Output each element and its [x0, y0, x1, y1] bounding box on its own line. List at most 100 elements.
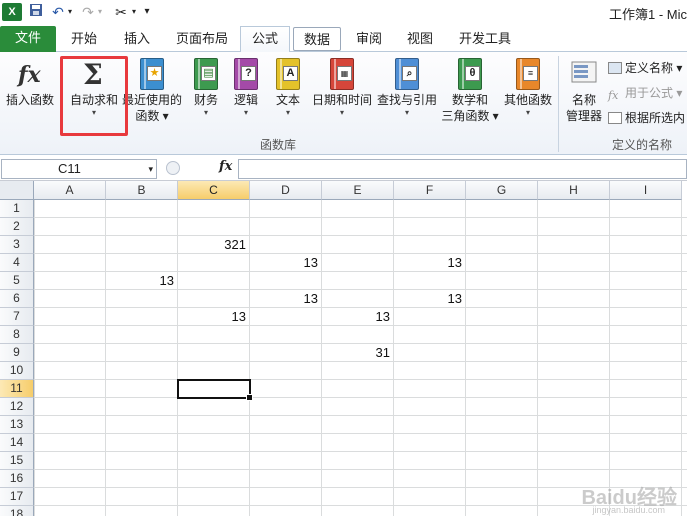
group-label-function-library: 函数库	[260, 138, 297, 152]
cell-c3[interactable]: 321	[178, 236, 250, 254]
datetime-dropdown-icon[interactable]: ▾	[310, 108, 374, 118]
name-manager-button[interactable]: 名称 管理器	[564, 56, 604, 124]
row-header-13[interactable]: 13	[0, 416, 34, 434]
customize-toolbar-icon[interactable]: ▾	[142, 3, 152, 21]
financial-button[interactable]: ▤ 财务 ▾	[186, 56, 226, 118]
tools-icon[interactable]: ✂	[112, 3, 130, 21]
use-in-formula-button[interactable]: fx 用于公式 ▾	[608, 85, 682, 102]
grid-hline	[34, 397, 687, 398]
tab-view[interactable]: 视图	[396, 27, 444, 52]
tab-insert[interactable]: 插入	[112, 27, 162, 52]
recently-used-button[interactable]: ★ 最近使用的 函数 ▾	[122, 56, 182, 124]
name-manager-icon	[564, 56, 604, 92]
column-header-g[interactable]: G	[466, 181, 538, 200]
recently-used-label-2-text: 函数	[135, 109, 160, 123]
watermark-url: jingyan.baidu.com	[592, 505, 665, 515]
grid-hline	[34, 235, 687, 236]
lookup-label: 查找与引用	[376, 93, 437, 107]
expand-handle-icon[interactable]	[166, 161, 180, 175]
cell-d4[interactable]: 13	[250, 254, 322, 272]
name-box-dropdown-icon[interactable]: ▾	[148, 160, 153, 178]
name-box-value: C11	[58, 161, 81, 176]
tab-file[interactable]: 文件	[0, 26, 56, 52]
title-bar: X ↶ ▾ ↷ ▾ ✂ ▾ ▾ 工作簿1 - Mic	[0, 0, 687, 24]
financial-dropdown-icon[interactable]: ▾	[186, 108, 226, 118]
column-header-i[interactable]: I	[610, 181, 682, 200]
cell-c7[interactable]: 13	[178, 308, 250, 326]
row-header-14[interactable]: 14	[0, 434, 34, 452]
row-header-18[interactable]: 18	[0, 506, 34, 516]
tab-data[interactable]: 数据	[293, 27, 341, 51]
cell-b5[interactable]: 13	[106, 272, 178, 290]
column-header-b[interactable]: B	[106, 181, 178, 200]
formula-input[interactable]	[238, 159, 687, 179]
lookup-dropdown-icon[interactable]: ▾	[376, 108, 438, 118]
logical-book-icon: ?	[226, 56, 266, 92]
row-header-9[interactable]: 9	[0, 344, 34, 362]
row-header-15[interactable]: 15	[0, 452, 34, 470]
financial-label: 财务	[193, 93, 218, 107]
column-header-a[interactable]: A	[34, 181, 106, 200]
datetime-button[interactable]: ▦ 日期和时间 ▾	[310, 56, 374, 118]
undo-dropdown-icon[interactable]: ▾	[66, 3, 74, 21]
row-header-8[interactable]: 8	[0, 326, 34, 344]
undo-icon[interactable]: ↶	[50, 3, 66, 21]
math-trig-button[interactable]: θ 数学和 三角函数 ▾	[440, 56, 500, 124]
column-header-f[interactable]: F	[394, 181, 466, 200]
row-header-3[interactable]: 3	[0, 236, 34, 254]
cell-f4[interactable]: 13	[394, 254, 466, 272]
tab-review[interactable]: 审阅	[344, 27, 394, 52]
tools-dropdown-icon[interactable]: ▾	[130, 3, 138, 21]
row-header-6[interactable]: 6	[0, 290, 34, 308]
row-header-16[interactable]: 16	[0, 470, 34, 488]
group-separator	[558, 56, 559, 152]
row-header-17[interactable]: 17	[0, 488, 34, 506]
text-dropdown-icon[interactable]: ▾	[268, 108, 308, 118]
math-trig-label-2: 三角函数 ▾	[441, 109, 499, 123]
tab-page-layout[interactable]: 页面布局	[164, 27, 240, 52]
column-header-c[interactable]: C	[178, 181, 250, 200]
create-from-selection-button[interactable]: 根据所选内	[608, 110, 685, 126]
cell-e7[interactable]: 13	[322, 308, 394, 326]
lookup-button[interactable]: ⌕ 查找与引用 ▾	[376, 56, 438, 118]
star-book-icon: ★	[132, 56, 172, 92]
row-header-2[interactable]: 2	[0, 218, 34, 236]
group-label-defined-names: 定义的名称	[612, 138, 673, 152]
redo-dropdown-icon[interactable]: ▾	[96, 3, 104, 21]
name-manager-label-2: 管理器	[565, 109, 602, 123]
text-button[interactable]: A 文本 ▾	[268, 56, 308, 118]
other-functions-button[interactable]: ≡ 其他函数 ▾	[502, 56, 554, 118]
define-name-button[interactable]: 定义名称 ▾	[608, 60, 682, 76]
column-header-d[interactable]: D	[250, 181, 322, 200]
row-header-5[interactable]: 5	[0, 272, 34, 290]
name-box[interactable]: C11 ▾	[1, 159, 157, 179]
row-header-11[interactable]: 11	[0, 380, 34, 398]
save-icon[interactable]	[28, 3, 44, 21]
tab-formulas[interactable]: 公式	[240, 26, 290, 52]
tab-home[interactable]: 开始	[58, 27, 110, 52]
other-functions-dropdown-icon[interactable]: ▾	[502, 108, 554, 118]
insert-function-fx-icon[interactable]: fx	[219, 159, 232, 174]
row-header-1[interactable]: 1	[0, 200, 34, 218]
grid-hline	[34, 415, 687, 416]
cell-d6[interactable]: 13	[250, 290, 322, 308]
cell-f6[interactable]: 13	[394, 290, 466, 308]
tab-developer[interactable]: 开发工具	[446, 27, 524, 52]
column-header-h[interactable]: H	[538, 181, 610, 200]
ribbon-tabs: 文件 开始 插入 页面布局 公式 数据 审阅 视图 开发工具	[0, 24, 687, 52]
insert-function-button[interactable]: fx 插入函数	[4, 56, 56, 108]
logical-dropdown-icon[interactable]: ▾	[226, 108, 266, 118]
row-header-7[interactable]: 7	[0, 308, 34, 326]
active-cell[interactable]	[177, 379, 253, 401]
row-header-10[interactable]: 10	[0, 362, 34, 380]
row-header-12[interactable]: 12	[0, 398, 34, 416]
redo-icon[interactable]: ↷	[80, 3, 96, 21]
grid-hline	[34, 253, 687, 254]
row-header-4[interactable]: 4	[0, 254, 34, 272]
math-trig-label-1: 数学和	[451, 93, 488, 107]
cell-e9[interactable]: 31	[322, 344, 394, 362]
logical-button[interactable]: ? 逻辑 ▾	[226, 56, 266, 118]
column-header-e[interactable]: E	[322, 181, 394, 200]
window-title: 工作簿1 - Mic	[608, 7, 687, 22]
select-all-corner[interactable]	[0, 181, 34, 200]
